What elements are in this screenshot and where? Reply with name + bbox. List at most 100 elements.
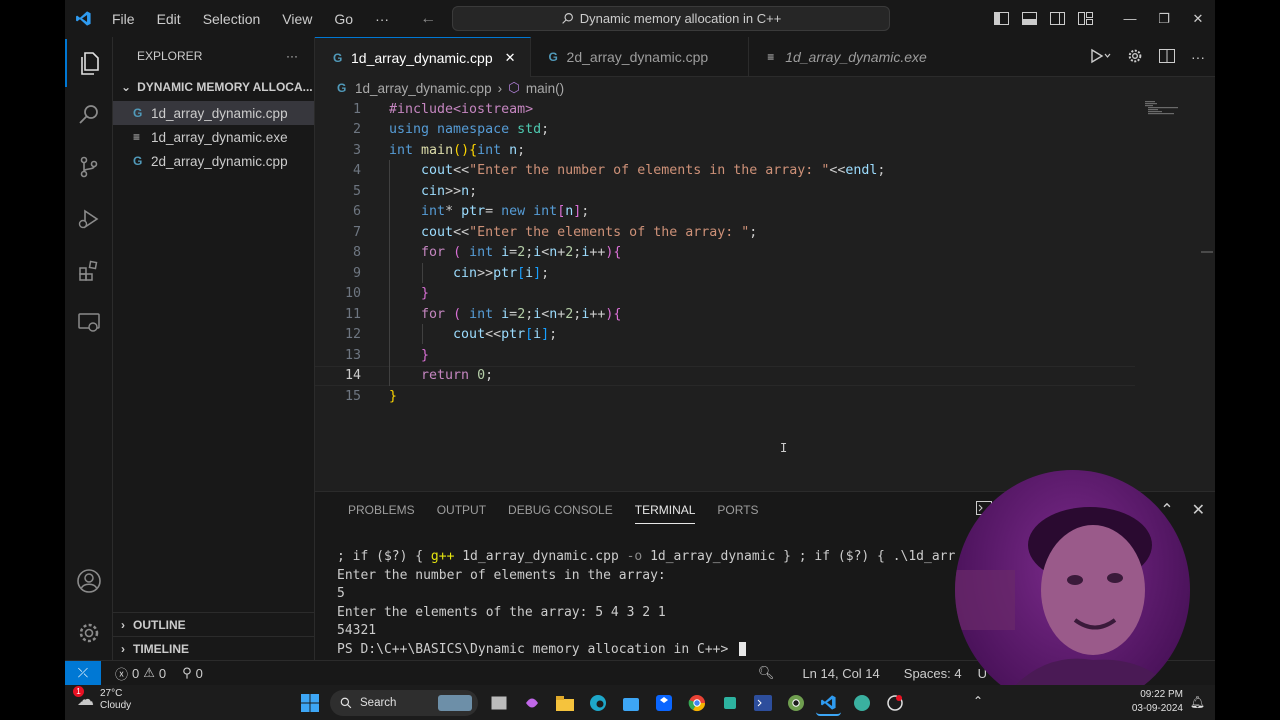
code-text: for ( int i=2;i<n+2;i++){ — [421, 306, 622, 322]
close-window-icon[interactable]: ✕ — [1181, 11, 1215, 27]
more-actions-icon[interactable]: ··· — [1191, 49, 1205, 65]
timeline-section[interactable]: › TIMELINE — [113, 636, 315, 660]
file-explorer-icon[interactable] — [552, 691, 577, 716]
code-text: cout<<"Enter the elements of the array: … — [421, 224, 758, 240]
toggle-secondary-sidebar-icon[interactable] — [1043, 12, 1071, 25]
remote-indicator-icon[interactable]: ⤫ — [65, 660, 101, 685]
run-debug-icon[interactable] — [65, 195, 113, 243]
minimap[interactable] — [1145, 101, 1185, 115]
customize-layout-icon[interactable] — [1071, 12, 1099, 25]
back-arrow-icon[interactable]: ← — [420, 10, 436, 28]
tab-1d-array-cpp[interactable]: G 1d_array_dynamic.cpp ✕ — [315, 37, 531, 77]
tray-chevron-icon[interactable]: ⌃ — [973, 694, 983, 708]
breadcrumb-file[interactable]: 1d_array_dynamic.cpp — [355, 81, 492, 96]
close-panel-icon[interactable]: ✕ — [1192, 500, 1205, 520]
command-center[interactable]: Dynamic memory allocation in C++ — [452, 6, 890, 31]
menu-file[interactable]: File — [101, 11, 146, 27]
windows-start-icon[interactable] — [297, 691, 322, 716]
tab-debug-console[interactable]: DEBUG CONSOLE — [497, 492, 624, 528]
explorer-more-button[interactable]: ··· — [286, 49, 298, 63]
file-item[interactable]: ≡ 1d_array_dynamic.exe — [113, 125, 314, 149]
code-text: cin>>ptr[i]; — [453, 265, 550, 281]
terminal-output[interactable]: ; if ($?) { g++ 1d_array_dynamic.cpp -o … — [337, 549, 955, 661]
browser-icon[interactable] — [849, 691, 874, 716]
store-icon[interactable] — [618, 691, 643, 716]
run-code-icon[interactable] — [1089, 48, 1111, 67]
tab-2d-array-cpp[interactable]: G 2d_array_dynamic.cpp — [531, 37, 750, 77]
temperature: 27°C — [100, 688, 123, 699]
explorer-icon[interactable] — [65, 39, 113, 87]
split-editor-icon[interactable] — [1159, 48, 1175, 66]
terminal-cursor — [739, 642, 747, 657]
app-icon[interactable] — [717, 691, 742, 716]
menu-go[interactable]: Go — [323, 11, 364, 27]
code-text: } — [421, 286, 430, 302]
outline-section[interactable]: › OUTLINE — [113, 612, 315, 636]
file-item[interactable]: G 2d_array_dynamic.cpp — [113, 149, 314, 173]
extensions-icon[interactable] — [65, 247, 113, 295]
system-clock[interactable]: 09:22 PM 03-09-2024 — [1132, 688, 1183, 716]
editor-actions: ··· — [1089, 37, 1205, 77]
code-text: using namespace std; — [389, 122, 550, 138]
toggle-panel-icon[interactable] — [1015, 12, 1043, 25]
vscode-taskbar-icon[interactable] — [816, 691, 841, 716]
menu-view[interactable]: View — [271, 11, 323, 27]
code-text: #include<iostream> — [389, 101, 534, 117]
edge-browser-icon[interactable] — [585, 691, 610, 716]
menu-more[interactable]: ··· — [364, 11, 400, 27]
file-name: 2d_array_dynamic.cpp — [151, 153, 288, 169]
code-text: cout<<"Enter the number of elements in t… — [421, 163, 886, 179]
code-line: 2 using namespace std; — [315, 120, 1195, 141]
breadcrumb-symbol[interactable]: main() — [526, 81, 564, 96]
ports-indicator[interactable]: ⚲ 0 — [174, 665, 211, 681]
indentation[interactable]: Spaces: 4 — [896, 666, 970, 681]
toggle-sidebar-icon[interactable] — [987, 12, 1015, 25]
cloud-icon: ☁ 1 — [73, 686, 94, 710]
problems-indicator[interactable]: ⓧ 0 ⚠ 0 — [107, 664, 174, 683]
remote-explorer-icon[interactable] — [65, 299, 113, 347]
task-view-icon[interactable] — [486, 691, 511, 716]
warning-icon: ⚠ — [143, 665, 155, 680]
code-line: 12 cout<<ptr[i]; — [315, 325, 1195, 346]
zoom-icon[interactable]: 🔍︎ — [750, 665, 783, 681]
tab-output[interactable]: OUTPUT — [426, 492, 497, 528]
copilot-icon[interactable] — [519, 691, 544, 716]
cpp-file-icon: G — [337, 81, 347, 95]
tab-ports[interactable]: PORTS — [706, 492, 769, 528]
source-control-icon[interactable] — [65, 143, 113, 191]
weather-widget[interactable]: ☁ 1 27°C Cloudy — [73, 686, 131, 712]
code-text: int* ptr= new int[n]; — [421, 204, 590, 220]
cpp-file-icon: G — [133, 106, 143, 120]
chrome-dev-icon[interactable] — [783, 691, 808, 716]
dropbox-icon[interactable] — [651, 691, 676, 716]
restore-icon[interactable]: ❐ — [1147, 11, 1181, 27]
recorder-icon[interactable] — [882, 691, 907, 716]
accounts-icon[interactable] — [65, 557, 113, 605]
terminal-app-icon[interactable] — [750, 691, 775, 716]
search-view-icon[interactable] — [65, 91, 113, 139]
close-tab-icon[interactable]: ✕ — [505, 50, 516, 66]
notification-bell-icon[interactable]: 🔔︎ — [1190, 695, 1205, 709]
code-editor[interactable]: 1 #include<iostream> 2 using namespace std… — [315, 99, 1215, 491]
tab-1d-array-exe[interactable]: ≡ 1d_array_dynamic.exe — [749, 37, 941, 77]
minimize-icon[interactable]: — — [1113, 11, 1147, 26]
line-number: 12 — [344, 327, 361, 343]
ports-count: 0 — [195, 665, 203, 681]
code-line: 11 for ( int i=2;i<n+2;i++){ — [315, 304, 1195, 325]
chevron-right-icon: › — [121, 641, 125, 656]
tab-problems[interactable]: PROBLEMS — [337, 492, 426, 528]
error-icon: ⓧ — [115, 666, 129, 682]
manage-gear-icon[interactable] — [65, 609, 113, 657]
file-item[interactable]: G 1d_array_dynamic.cpp — [113, 101, 314, 125]
cursor-position[interactable]: Ln 14, Col 14 — [794, 666, 887, 681]
taskbar-search[interactable]: Search — [330, 690, 478, 716]
tab-terminal[interactable]: TERMINAL — [624, 492, 707, 528]
code-line: 3 int main(){int n; — [315, 140, 1195, 161]
settings-gear-icon[interactable] — [1127, 48, 1143, 67]
explorer-title: EXPLORER — [137, 49, 203, 63]
folder-header[interactable]: ⌄ DYNAMIC MEMORY ALLOCA... — [113, 76, 314, 98]
menu-selection[interactable]: Selection — [192, 11, 272, 27]
chrome-icon[interactable] — [684, 691, 709, 716]
code-line: 7 cout<<"Enter the elements of the array… — [315, 222, 1195, 243]
menu-edit[interactable]: Edit — [146, 11, 192, 27]
